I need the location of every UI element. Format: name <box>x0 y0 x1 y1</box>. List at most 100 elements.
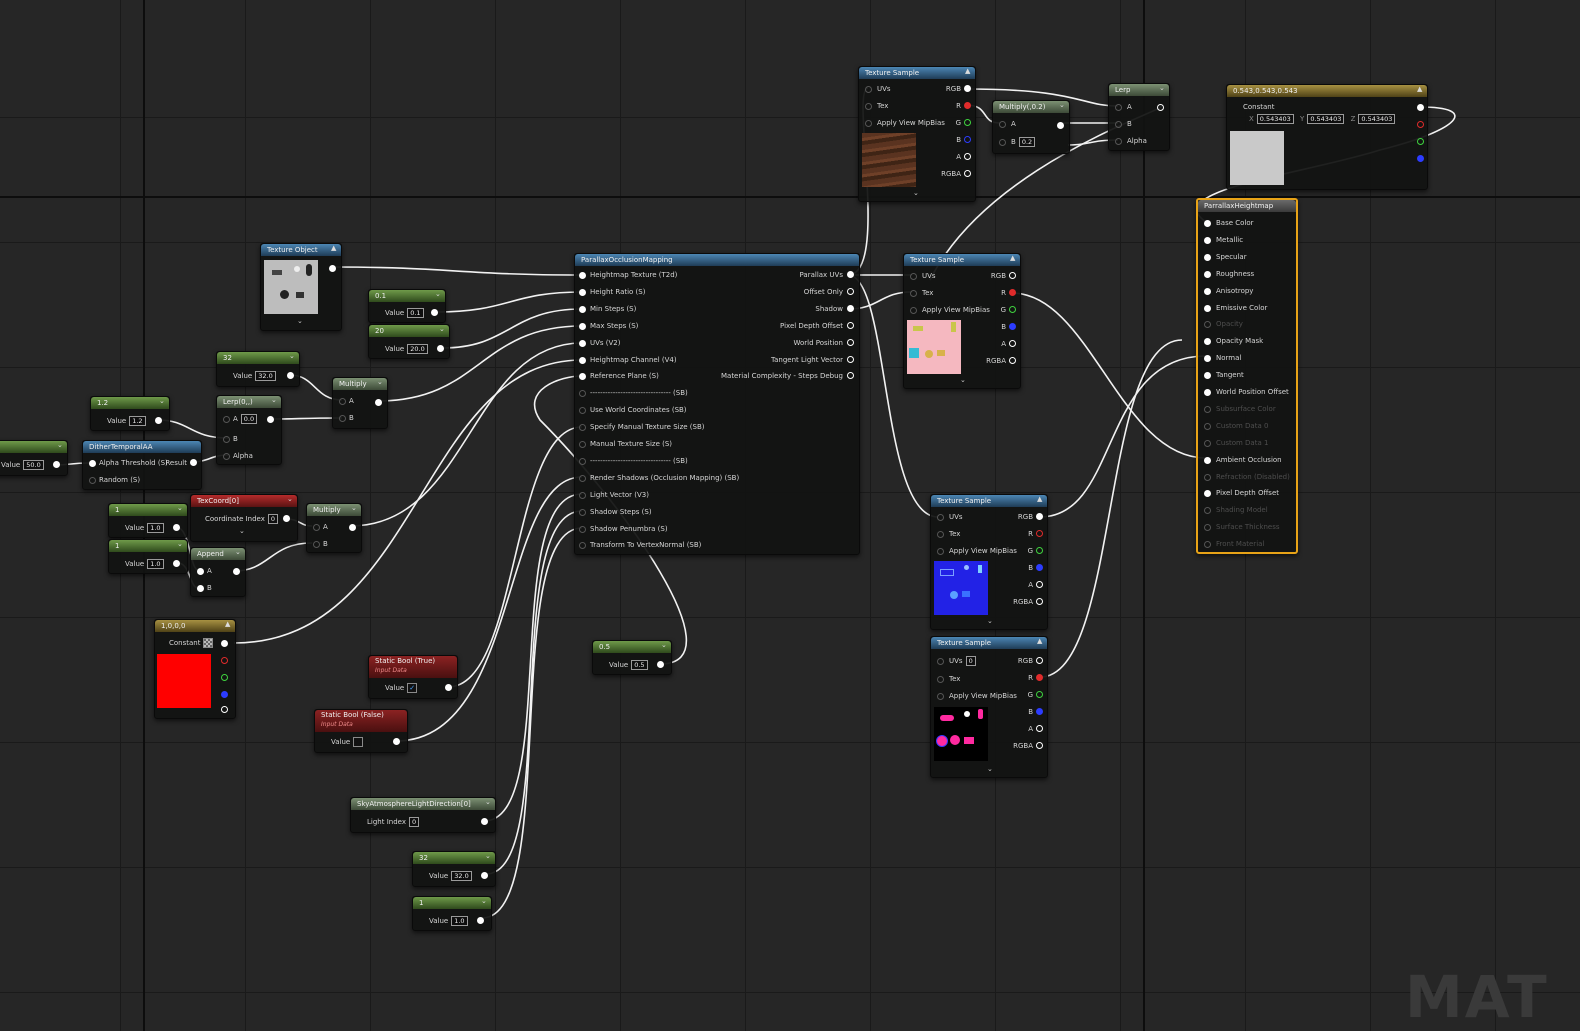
output-pin[interactable] <box>1036 513 1043 520</box>
input-pin[interactable] <box>1204 372 1211 380</box>
node-title[interactable]: 1 <box>413 897 491 909</box>
collapse-chevron-icon[interactable]: ⌄ <box>351 504 357 512</box>
collapse-chevron-icon[interactable]: ⌄ <box>1059 101 1065 109</box>
constant4-vector-node[interactable]: 1,0,0,0 ▲ Constant <box>154 619 236 719</box>
output-pin[interactable] <box>1036 708 1043 715</box>
lerp-node[interactable]: Lerp(0,,) ⌄ A 0.0 B Alpha <box>216 395 282 465</box>
material-input-row[interactable]: Refraction (Disabled) <box>1204 470 1290 484</box>
input-pin[interactable] <box>579 441 586 448</box>
static-bool-true-node[interactable]: Static Bool (True) Input Data Value ✓ <box>368 655 458 699</box>
collapse-chevron-icon[interactable]: ⌄ <box>439 325 445 333</box>
node-title[interactable]: 0.1 <box>369 290 445 302</box>
multiply-node[interactable]: Multiply(,0.2) ⌄ A B 0.2 <box>992 100 1070 154</box>
output-pin[interactable] <box>964 136 971 143</box>
output-pin[interactable] <box>155 417 162 424</box>
output-pin[interactable] <box>329 265 336 272</box>
node-title[interactable]: ParrallaxHeightmap <box>1198 200 1296 212</box>
scalar-constant-node[interactable]: 1 ⌄ Value 1.0 <box>412 896 492 931</box>
pom-output-row[interactable]: Tangent Light Vector <box>771 353 854 367</box>
input-pin[interactable] <box>1204 490 1211 498</box>
collapse-chevron-icon[interactable]: ⌄ <box>661 641 667 649</box>
input-pin[interactable] <box>999 121 1006 128</box>
output-pin[interactable] <box>481 818 488 825</box>
collapse-chevron-icon[interactable]: ⌄ <box>1159 84 1165 92</box>
input-pin[interactable] <box>1204 253 1211 261</box>
input-pin[interactable] <box>1204 422 1211 430</box>
input-pin[interactable] <box>579 424 586 432</box>
input-pin[interactable] <box>910 290 917 297</box>
expand-arrow-icon[interactable]: ⌄ <box>960 376 966 384</box>
output-pin[interactable] <box>221 691 228 698</box>
dither-temporal-aa-node[interactable]: DitherTemporalAA Alpha Threshold (S) Ran… <box>82 440 202 490</box>
output-pin[interactable] <box>1036 742 1043 749</box>
output-pin[interactable] <box>53 461 60 468</box>
output-pin[interactable] <box>431 309 438 316</box>
input-pin[interactable] <box>313 541 320 548</box>
multiply-node[interactable]: Multiply ⌄ A B <box>332 377 388 429</box>
texture-sample-node[interactable]: Texture Sample ▲ UVs Tex Apply View MipB… <box>930 494 1048 630</box>
material-input-row[interactable]: Roughness <box>1204 267 1254 281</box>
output-pin[interactable] <box>481 872 488 879</box>
output-pin[interactable] <box>1036 691 1043 698</box>
output-pin[interactable] <box>1417 104 1424 111</box>
collapse-chevron-icon[interactable]: ▲ <box>225 620 230 628</box>
value-input[interactable]: 20.0 <box>407 344 428 354</box>
material-input-row[interactable]: Opacity Mask <box>1204 334 1263 348</box>
input-pin[interactable] <box>313 524 320 531</box>
output-pin[interactable] <box>221 657 228 664</box>
input-pin[interactable] <box>579 508 586 516</box>
node-title[interactable]: Texture Sample <box>931 495 1047 507</box>
material-input-row[interactable]: Anisotropy <box>1204 284 1253 298</box>
input-pin[interactable] <box>1204 405 1211 413</box>
input-pin[interactable] <box>1204 270 1211 278</box>
scalar-constant-node[interactable]: 32 ⌄ Value 32.0 <box>216 351 300 387</box>
input-pin[interactable] <box>1204 456 1211 464</box>
output-pin[interactable] <box>964 170 971 177</box>
node-title[interactable]: 1 <box>109 504 187 516</box>
static-bool-false-node[interactable]: Static Bool (False) Input Data Value <box>314 709 408 753</box>
output-pin[interactable] <box>847 338 854 346</box>
node-title[interactable]: Texture Sample <box>904 254 1020 266</box>
input-pin[interactable] <box>937 514 944 521</box>
output-pin[interactable] <box>1417 121 1424 128</box>
output-pin[interactable] <box>1009 306 1016 313</box>
input-pin[interactable] <box>579 339 586 347</box>
texture-object-node[interactable]: Texture Object ▲ ⌄ <box>260 243 342 331</box>
output-pin[interactable] <box>1036 581 1043 588</box>
pom-output-row[interactable]: Pixel Depth Offset <box>780 319 854 333</box>
output-pin[interactable] <box>283 515 290 522</box>
input-pin[interactable] <box>937 548 944 555</box>
parallax-occlusion-mapping-node[interactable]: ParallaxOcclusionMapping Heightmap Textu… <box>574 253 860 555</box>
node-title[interactable]: TexCoord[0] <box>191 495 297 507</box>
output-pin[interactable] <box>1057 122 1064 129</box>
input-pin[interactable] <box>579 272 586 279</box>
pom-input-row[interactable]: Max Steps (S) <box>579 319 638 333</box>
input-pin[interactable] <box>1204 220 1211 227</box>
value-input[interactable]: 1.2 <box>129 416 146 426</box>
input-pin[interactable] <box>1204 439 1211 447</box>
node-title[interactable]: Texture Object <box>261 244 341 256</box>
y-value-input[interactable]: 0.543403 <box>1307 114 1345 124</box>
input-pin[interactable] <box>1204 524 1211 532</box>
pom-input-row[interactable]: Manual Texture Size (S) <box>579 437 672 451</box>
scalar-constant-node[interactable]: 0.1 ⌄ Value 0.1 <box>368 289 446 323</box>
input-pin[interactable] <box>937 658 944 665</box>
collapse-chevron-icon[interactable]: ⌄ <box>235 548 241 556</box>
collapse-chevron-icon[interactable]: ▲ <box>1037 637 1042 645</box>
material-input-row[interactable]: Tangent <box>1204 368 1244 382</box>
node-title[interactable]: SkyAtmosphereLightDirection[0] <box>351 798 495 810</box>
value-checkbox[interactable] <box>353 737 364 747</box>
value-input[interactable]: 32.0 <box>451 871 472 881</box>
output-pin[interactable] <box>847 271 854 278</box>
collapse-chevron-icon[interactable]: ▲ <box>965 67 970 75</box>
scalar-constant-node[interactable]: 1 ⌄ Value 1.0 <box>108 503 188 538</box>
output-pin[interactable] <box>1009 272 1016 279</box>
output-pin[interactable] <box>1036 725 1043 732</box>
x-value-input[interactable]: 0.543403 <box>1256 114 1294 124</box>
expand-arrow-icon[interactable]: ⌄ <box>987 617 993 625</box>
material-input-row[interactable]: Specular <box>1204 250 1247 264</box>
input-pin[interactable] <box>223 436 230 443</box>
pom-output-row[interactable]: Parallax UVs <box>800 268 854 282</box>
pom-input-row[interactable]: Light Vector (V3) <box>579 488 649 502</box>
pom-input-row[interactable]: Shadow Steps (S) <box>579 505 652 519</box>
